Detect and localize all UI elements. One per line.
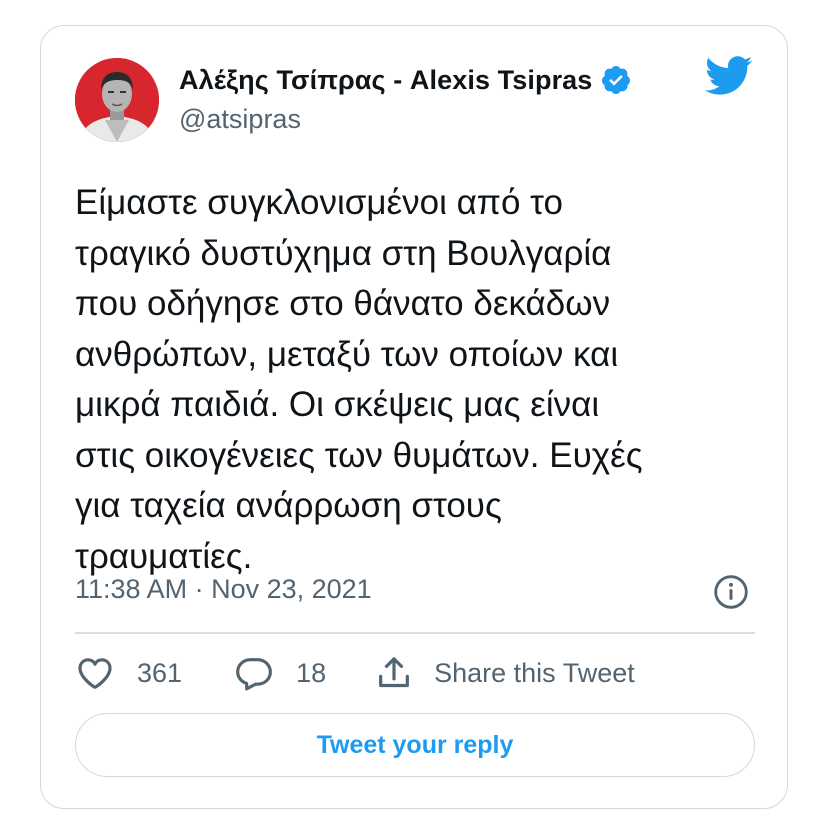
reply-count: 18 [296,657,327,688]
share-label: Share this Tweet [434,657,635,688]
tweet-card: Αλέξης Τσίπρας - Alexis Tsipras @atsipra… [40,25,788,809]
tweet-text-line: που οδήγησε στο θάνατο δεκάδων [75,284,611,323]
tweet-text-line: στις οικογένειες των θυμάτων. Ευχές [75,435,643,475]
profile-photo-icon [75,58,159,142]
like-button[interactable]: 361 [75,653,182,693]
twitter-bird-icon[interactable] [705,56,753,96]
author-display-name[interactable]: Αλέξης Τσίπρας - Alexis Tsipras [179,65,592,96]
tweet-text-line: τραγικό δυστύχημα στη Βουλγαρία [75,233,612,273]
author-name-row[interactable]: Αλέξης Τσίπρας - Alexis Tsipras [179,62,632,98]
author-handle[interactable]: @atsipras [179,104,301,135]
share-icon [379,657,410,688]
verified-badge-icon [602,66,631,94]
tweet-timestamp[interactable]: 11:38 AM · Nov 23, 2021 [75,574,372,605]
like-count: 361 [137,657,183,688]
tweet-text-line: για ταχεία ανάρρωση στους [75,486,502,525]
tweet-actions: 361 18 Share this Tweet [75,652,635,694]
heart-icon [78,658,112,689]
reply-icon [236,658,272,691]
tweet-text-line: Είμαστε συγκλονισμένοι από το [75,183,563,222]
tweet-text-line: μικρά παιδιά. Οι σκέψεις μας είναι [75,385,600,424]
tweet-text-line: ανθρώπων, μεταξύ των οποίων και [75,334,619,374]
share-button[interactable]: Share this Tweet [374,653,635,693]
reply-button[interactable]: 18 [234,653,326,693]
info-icon[interactable] [713,574,749,610]
divider [75,632,755,634]
tweet-your-reply-button[interactable]: Tweet your reply [75,713,755,777]
avatar[interactable] [75,58,159,142]
tweet-text: Είμαστε συγκλονισμένοι από το τραγικό δυ… [75,178,765,582]
